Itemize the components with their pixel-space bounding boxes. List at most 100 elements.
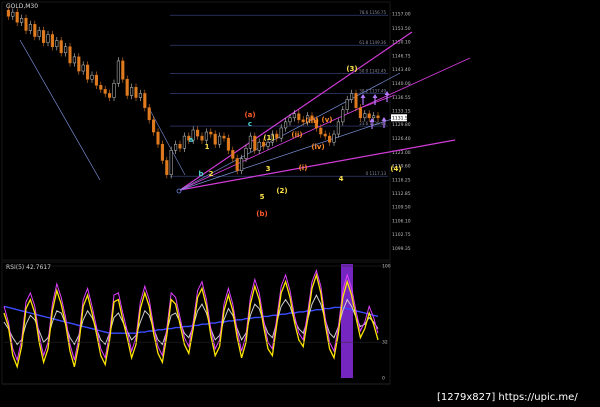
candle-body	[350, 93, 354, 100]
price-y-tick: 1106.10	[392, 219, 411, 225]
candle-body	[376, 115, 380, 119]
candle-body	[138, 93, 142, 98]
price-y-tick: 1150.10	[392, 40, 411, 46]
candle-body	[292, 113, 296, 119]
candle-body	[284, 121, 288, 129]
candle-body	[37, 30, 41, 37]
candle-body	[121, 60, 125, 80]
candle-body	[15, 11, 19, 23]
candle-body	[108, 93, 112, 98]
rsi-y-tick: 100	[382, 264, 391, 270]
fib-label: 0 1117.13	[366, 171, 387, 176]
candle-body	[20, 18, 24, 23]
wave-label: (b)	[256, 210, 267, 218]
candle-body	[90, 74, 94, 80]
candle-body	[231, 150, 235, 159]
candle-body	[156, 131, 160, 145]
candle-body	[55, 40, 59, 47]
price-y-tick: 1102.75	[392, 232, 411, 238]
candle-body	[262, 141, 266, 147]
candle-body	[125, 78, 129, 96]
wave-label: 5	[260, 193, 265, 201]
candle-body	[72, 56, 76, 64]
price-y-tick: 1133.15	[392, 109, 411, 115]
candle-body	[363, 113, 367, 119]
candle-body	[336, 121, 340, 135]
candle-body	[341, 109, 345, 123]
candle-body	[275, 133, 279, 139]
price-y-tick: 1157.00	[392, 12, 411, 18]
candle-body	[178, 143, 182, 149]
wave-label: 2	[209, 170, 214, 178]
candle-body	[266, 141, 270, 147]
candle-body	[257, 141, 261, 151]
candle-body	[319, 127, 323, 135]
candle-body	[24, 18, 28, 31]
wave-label: 1	[205, 143, 210, 151]
price-y-tick: 1136.55	[392, 95, 411, 101]
fib-label: 61.8 1149.36	[359, 40, 386, 45]
candle-body	[301, 119, 305, 123]
candle-body	[130, 87, 134, 96]
wave-label: (a)	[244, 111, 255, 119]
candle-body	[42, 30, 46, 43]
price-y-tick: 1109.50	[392, 205, 411, 211]
candle-body	[240, 158, 244, 171]
wave-label: (i)	[299, 164, 308, 172]
candle-body	[81, 64, 85, 72]
price-chart: GOLD,M30 78.6 1156.75 61.8 1149.36 50.0 11…	[0, 0, 600, 407]
wave-label: (3)	[346, 65, 357, 73]
wave-label: (1)	[263, 134, 274, 142]
candle-body	[332, 133, 336, 143]
candle-body	[182, 135, 186, 149]
image-size-footer: [1279x827] https://upic.me/	[437, 389, 600, 407]
price-y-tick: 1143.40	[392, 67, 411, 73]
candle-body	[235, 158, 239, 171]
candle-body	[196, 129, 200, 137]
wave-label: 4	[339, 175, 344, 183]
wave-label: 3	[266, 165, 271, 173]
price-y-tick: 1146.75	[392, 53, 411, 59]
price-y-tick: 1116.25	[392, 177, 411, 183]
candle-body	[64, 46, 68, 54]
candle-body	[204, 131, 208, 141]
price-y-tick: 1153.50	[392, 26, 411, 32]
candle-body	[103, 89, 107, 94]
candle-body	[200, 135, 204, 141]
price-y-tick: 1112.85	[392, 191, 411, 197]
wave-label: (iv)	[311, 143, 324, 151]
rsi-y-tick: 0	[382, 376, 385, 382]
candle-body	[226, 137, 230, 151]
candle-body	[213, 133, 217, 145]
candle-body	[94, 74, 98, 86]
candle-body	[160, 143, 164, 161]
wave-label: (v)	[322, 116, 333, 124]
rsi-y-tick: 32	[382, 340, 388, 346]
candle-body	[112, 83, 116, 98]
candle-body	[209, 131, 213, 135]
wave-label: a	[189, 136, 194, 144]
candle-body	[288, 117, 292, 123]
wave-label: (2)	[276, 187, 287, 195]
candle-body	[279, 127, 283, 139]
candle-body	[222, 135, 226, 139]
candle-body	[46, 34, 50, 43]
candle-body	[147, 107, 151, 121]
chart-background	[0, 0, 600, 407]
candle-body	[297, 113, 301, 121]
wave-label: b	[198, 170, 203, 178]
candle-body	[50, 34, 54, 47]
candle-body	[59, 40, 63, 54]
wave-label: (ii)	[291, 131, 302, 139]
candle-body	[253, 135, 257, 151]
fib-label: 78.6 1156.75	[359, 10, 386, 15]
candle-body	[244, 148, 248, 159]
candle-body	[86, 64, 90, 80]
candle-body	[6, 9, 10, 17]
candle-body	[33, 24, 37, 37]
price-y-tick: 1099.35	[392, 246, 411, 252]
candle-body	[134, 87, 138, 98]
candle-body	[99, 85, 103, 90]
price-y-tick: 1129.80	[392, 122, 411, 128]
candle-body	[218, 135, 222, 145]
